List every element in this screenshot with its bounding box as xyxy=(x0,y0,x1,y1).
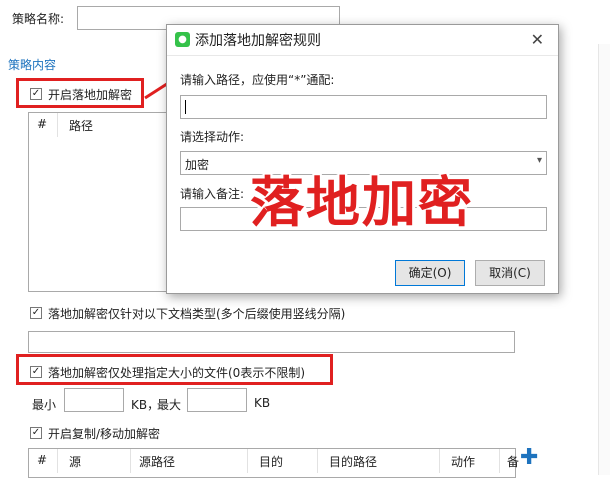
section-title: 策略内容 xyxy=(8,58,57,72)
ok-button[interactable]: 确定(O) xyxy=(395,260,465,286)
size-max-input[interactable] xyxy=(187,388,247,412)
close-icon[interactable]: ✕ xyxy=(531,30,544,49)
size-unit-1: KB， xyxy=(131,398,160,412)
highlight-box-landing xyxy=(16,78,144,108)
scrollbar-track[interactable] xyxy=(598,44,610,475)
size-min-label: 最小 xyxy=(32,398,57,412)
size-min-input[interactable] xyxy=(64,388,124,412)
chevron-down-icon: ▾ xyxy=(536,155,542,166)
action-label: 请选择动作: xyxy=(180,130,245,144)
copy-table-col-source-path: 源路径 xyxy=(139,455,176,469)
size-max-label: 最大 xyxy=(157,398,182,412)
action-select-value: 加密 xyxy=(185,158,210,172)
rules-table-col-index: # xyxy=(37,117,48,131)
note-label: 请输入备注: xyxy=(180,187,245,201)
highlight-box-size xyxy=(16,354,333,385)
path-input[interactable] xyxy=(180,95,547,119)
path-label: 请输入路径，应使用“*”通配: xyxy=(180,73,335,87)
filetype-label: 落地加解密仅针对以下文档类型(多个后缀使用竖线分隔) xyxy=(48,307,346,321)
filetype-checkbox[interactable]: ✓ xyxy=(30,307,42,319)
copy-table-col-source: 源 xyxy=(69,455,82,469)
copy-move-checkbox[interactable]: ✓ xyxy=(30,427,42,439)
rules-table-col-path: 路径 xyxy=(69,119,94,133)
copy-table-col-dest-path: 目的路径 xyxy=(329,455,378,469)
app-icon: ● xyxy=(175,32,190,47)
copy-table-col-note: 备 xyxy=(507,455,520,469)
dialog-title: 添加落地加解密规则 xyxy=(195,33,321,49)
overlay-caption: 落地加密 xyxy=(250,171,474,234)
strategy-name-label: 策略名称: xyxy=(12,12,65,26)
rules-table: # 路径 xyxy=(28,112,171,292)
copy-table-col-action: 动作 xyxy=(451,455,476,469)
cancel-button[interactable]: 取消(C) xyxy=(475,260,545,286)
add-copy-rule-plus-icon[interactable]: ✚ xyxy=(520,447,538,469)
dialog-titlebar: ● 添加落地加解密规则 ✕ xyxy=(167,25,558,56)
copy-table-col-dest: 目的 xyxy=(259,455,284,469)
copy-table-col-index: # xyxy=(37,453,48,467)
filetype-input[interactable] xyxy=(28,331,515,353)
size-unit-2: KB xyxy=(254,396,271,410)
copy-move-table: # 源 源路径 目的 目的路径 动作 备 xyxy=(28,448,520,478)
copy-move-label: 开启复制/移动加解密 xyxy=(48,427,161,441)
